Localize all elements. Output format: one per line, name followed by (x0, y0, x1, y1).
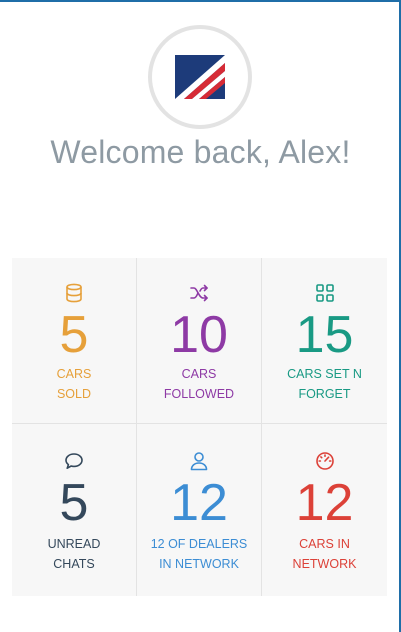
dealers-in-network-count: 12 (170, 474, 228, 532)
cars-set-n-forget-count: 15 (295, 306, 354, 364)
dealer-logo-icon (175, 55, 225, 99)
user-icon (190, 452, 208, 471)
welcome-message: Welcome back, Alex! (50, 134, 351, 170)
tile-dealers-in-network[interactable]: 12 12 OF DEALERS IN NETWORK (137, 424, 262, 596)
dealer-avatar (148, 25, 252, 129)
cars-in-network-count: 12 (295, 474, 354, 532)
tile-cars-set-n-forget[interactable]: 15 CARS SET N FORGET (262, 258, 387, 424)
cars-followed-label: CARS FOLLOWED (163, 367, 235, 401)
cars-set-n-forget-label: CARS SET N FORGET (287, 367, 362, 401)
dashboard-stats-grid: 5 CARS SOLD 10 CARS FOLLOWED 15 CARS SET… (12, 258, 387, 596)
tile-cars-followed[interactable]: 10 CARS FOLLOWED (137, 258, 262, 424)
cars-in-network-label: CARS IN NETWORK (292, 537, 357, 571)
unread-chats-label: UNREAD CHATS (47, 537, 101, 571)
tile-cars-in-network[interactable]: 12 CARS IN NETWORK (262, 424, 387, 596)
cars-followed-count: 10 (170, 306, 228, 364)
chat-bubble-icon (65, 453, 83, 469)
speedometer-icon (315, 452, 334, 470)
dealers-in-network-label: 12 OF DEALERS IN NETWORK (150, 537, 248, 571)
grid-icon (315, 284, 334, 302)
database-icon (66, 283, 82, 303)
cars-sold-label: CARS SOLD (56, 367, 92, 401)
unread-chats-count: 5 (59, 474, 89, 532)
tile-unread-chats[interactable]: 5 UNREAD CHATS (12, 424, 137, 596)
shuffle-icon (190, 284, 208, 302)
window-top-border (0, 0, 401, 2)
cars-sold-count: 5 (59, 306, 89, 364)
tile-cars-sold[interactable]: 5 CARS SOLD (12, 258, 137, 424)
